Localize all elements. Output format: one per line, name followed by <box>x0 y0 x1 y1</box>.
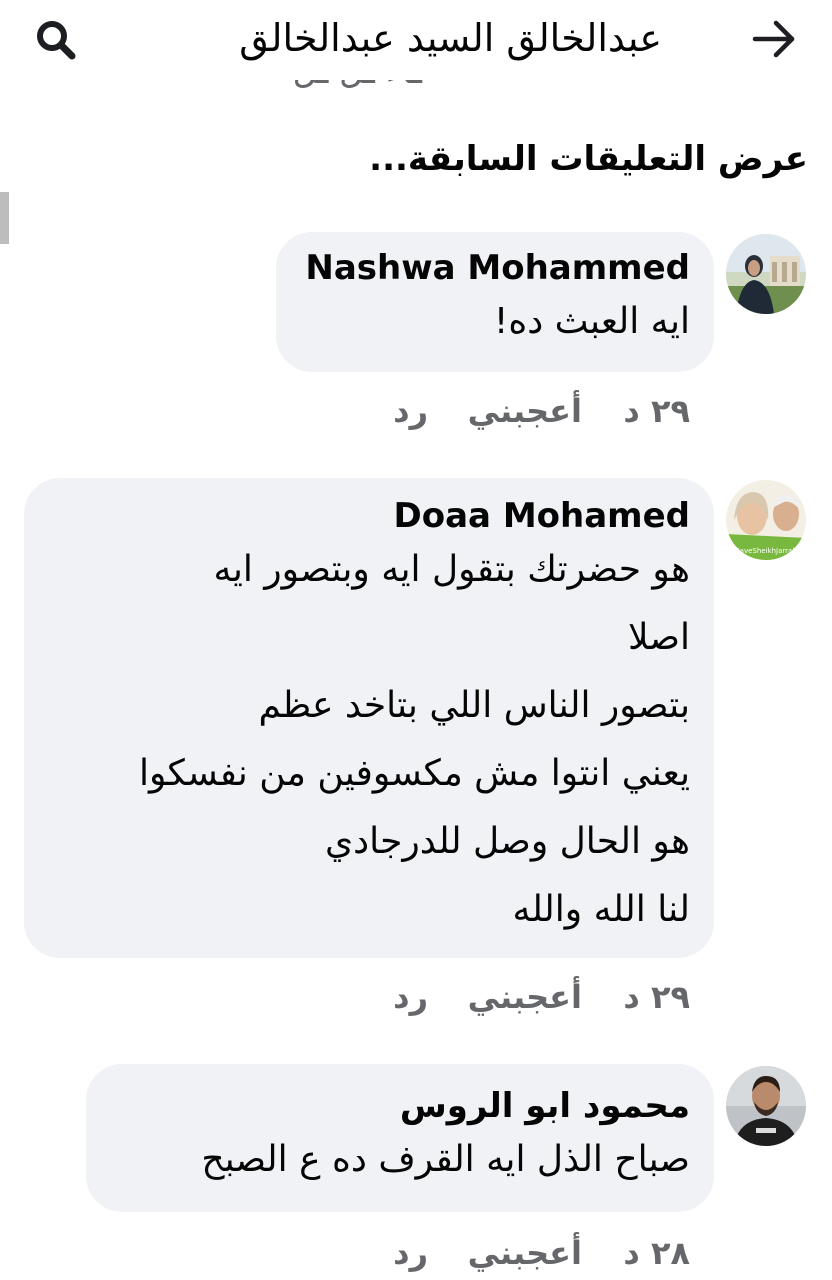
comment-text-line: يعني انتوا مش مكسوفين من نفسكوا <box>138 753 690 794</box>
comment-text-line: هو حضرتك بتقول ايه وبتصور ايه <box>213 549 690 590</box>
comment-bubble[interactable]: Nashwa Mohammed ايه العبث ده! <box>276 232 714 372</box>
avatar-photo <box>726 234 806 314</box>
comment-bubble[interactable]: محمود ابو الروس صباح الذل ايه القرف ده ع… <box>86 1064 714 1212</box>
like-button[interactable]: أعجبني <box>468 386 582 436</box>
comment-text-line: هو الحال وصل للدرجادي <box>324 821 690 862</box>
page-title: عبدالخالق السيد عبدالخالق <box>239 16 662 60</box>
comment-actions: ٢٩ د أعجبني رد <box>380 972 690 1022</box>
avatar-photo: SaveSheikhJarrah <box>726 480 806 560</box>
comment-text: صباح الذل ايه القرف ده ع الصبح <box>201 1139 690 1180</box>
avatar-photo <box>726 1066 806 1146</box>
comment-text-line: بتصور الناس اللي بتاخد عظم <box>258 685 690 726</box>
avatar[interactable] <box>726 234 806 314</box>
like-button[interactable]: أعجبني <box>468 1228 582 1278</box>
avatar[interactable]: SaveSheikhJarrah <box>726 480 806 560</box>
comment-actions: ٢٨ د أعجبني رد <box>380 1228 690 1278</box>
like-button[interactable]: أعجبني <box>468 972 582 1022</box>
comment-time: ٢٩ د <box>623 392 690 430</box>
scroll-indicator[interactable] <box>0 192 9 244</box>
comment-text-line: لنا الله والله <box>512 889 690 930</box>
comment-author[interactable]: Nashwa Mohammed <box>300 248 690 288</box>
search-icon[interactable] <box>34 18 78 62</box>
reply-button[interactable]: رد <box>393 386 428 436</box>
comment-bubble[interactable]: Doaa Mohamed هو حضرتك بتقول ايه وبتصور ا… <box>24 478 714 958</box>
comment-author[interactable]: Doaa Mohamed <box>48 496 690 536</box>
top-bar: عبدالخالق السيد عبدالخالق <box>0 0 832 80</box>
avatar[interactable] <box>726 1066 806 1146</box>
arrow-right-icon[interactable] <box>750 16 800 62</box>
reply-button[interactable]: رد <box>393 972 428 1022</box>
avatar-caption: SaveSheikhJarrah <box>735 547 797 555</box>
comment-time: ٢٨ د <box>623 1234 690 1272</box>
comment-time: ٢٩ د <box>623 978 690 1016</box>
reply-button[interactable]: رد <box>393 1228 428 1278</box>
comment-text-line: اصلا <box>627 617 690 658</box>
comment-text: ايه العبث ده! <box>493 301 690 342</box>
comment-actions: ٢٩ د أعجبني رد <box>380 386 690 436</box>
comment-author[interactable]: محمود ابو الروس <box>110 1086 690 1126</box>
clipped-previous-text: ـاء ـل ـل <box>0 80 832 98</box>
view-previous-comments-link[interactable]: عرض التعليقات السابقة... <box>369 132 808 186</box>
